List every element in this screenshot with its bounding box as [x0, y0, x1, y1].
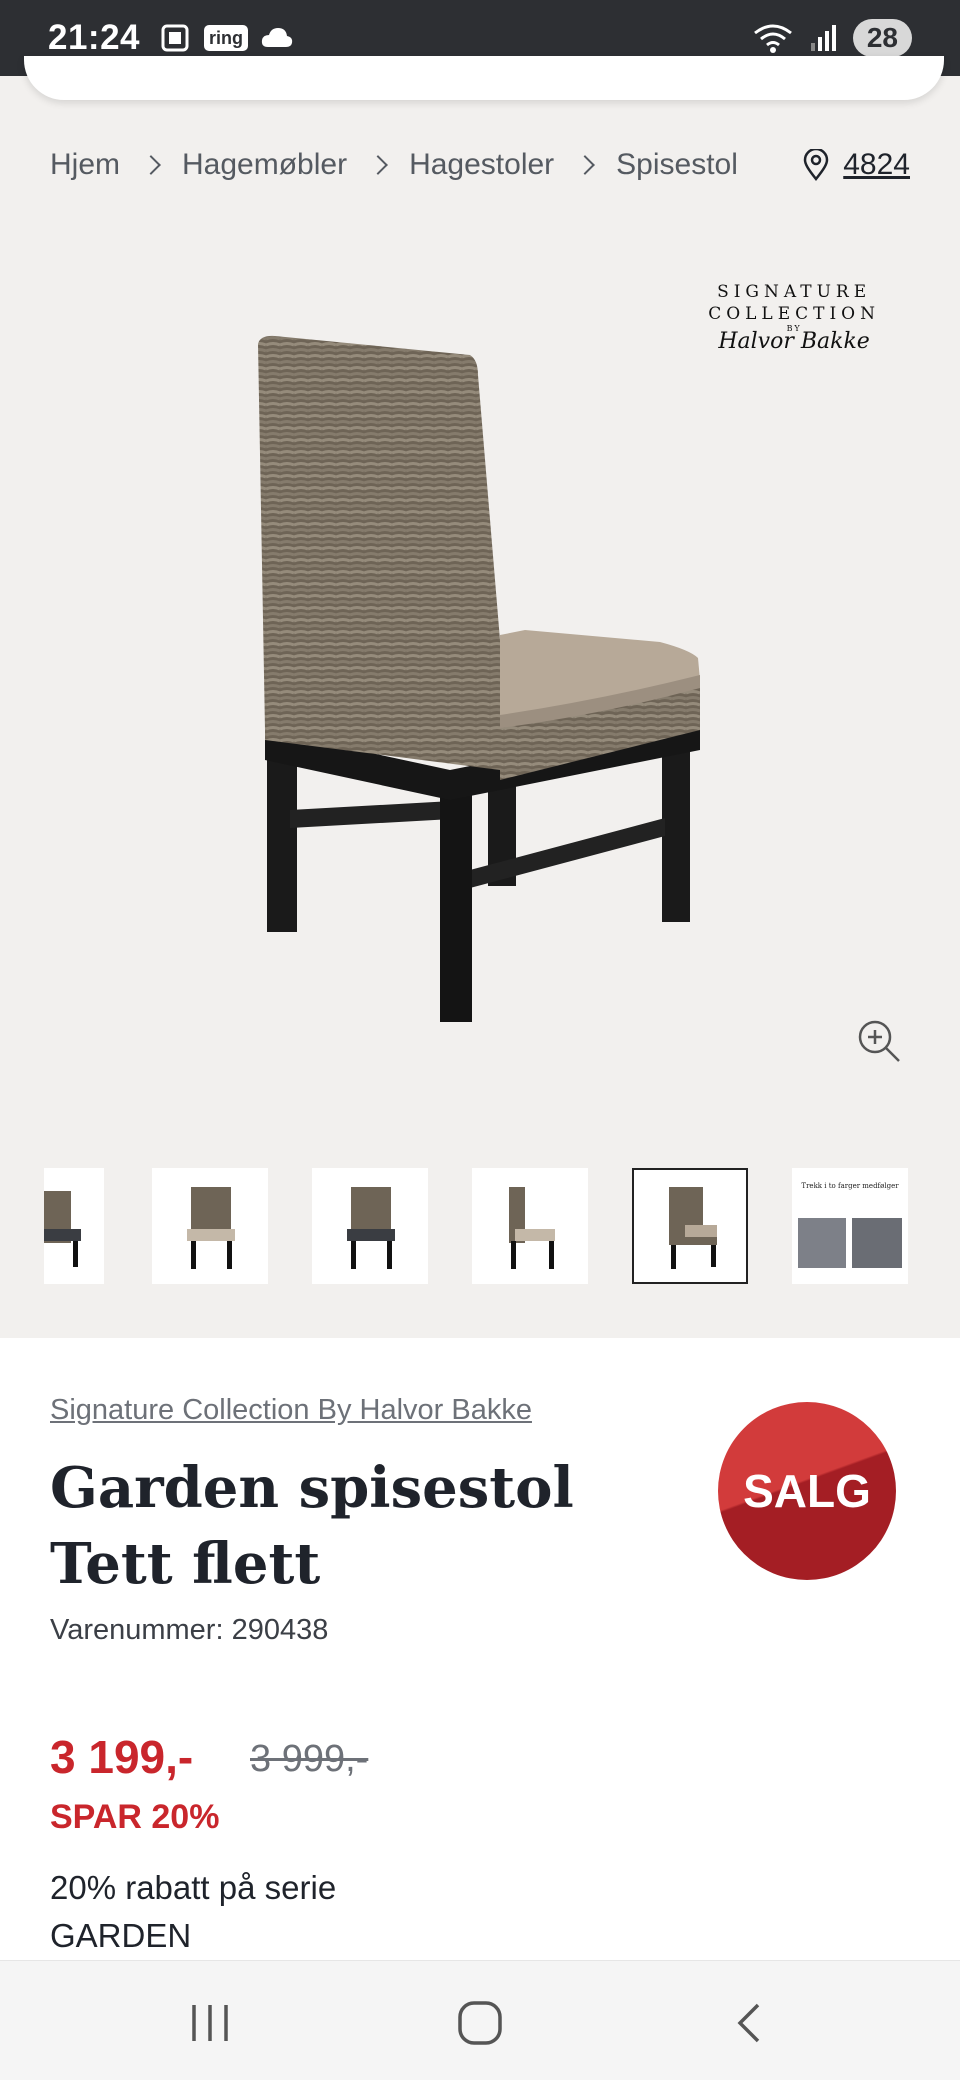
- home-icon[interactable]: [450, 2001, 510, 2045]
- product-title: Garden spisestol Tett flett: [50, 1455, 574, 1597]
- header-card: [24, 56, 944, 100]
- status-icons-right: 28: [751, 19, 912, 57]
- breadcrumb-garden-chairs[interactable]: Hagestoler: [409, 148, 554, 182]
- current-price: 3 199,-: [50, 1731, 194, 1783]
- sale-badge-label: SALG: [743, 1465, 871, 1517]
- product-image[interactable]: SIGNATURE COLLECTION BY Halvor Bakke: [0, 210, 960, 1080]
- thumbnail-5[interactable]: [632, 1168, 748, 1284]
- thumbnail-1[interactable]: [44, 1168, 104, 1284]
- breadcrumb-garden-furniture[interactable]: Hagemøbler: [182, 148, 347, 182]
- status-time: 21:24: [48, 18, 141, 57]
- promo-text: 20% rabatt på serie GARDEN: [50, 1869, 337, 1954]
- product-sku: Varenummer: 290438: [50, 1614, 329, 1646]
- thumbnail-6[interactable]: Trekk i to farger medfølger: [792, 1168, 908, 1284]
- store-selector[interactable]: 4824: [803, 148, 910, 182]
- thumbnail-strip[interactable]: Trekk i to farger medfølger: [44, 1168, 916, 1288]
- thumbnail-chair-image: [187, 1187, 235, 1269]
- breadcrumb-dining-chair[interactable]: Spisestol: [616, 148, 738, 182]
- system-nav-bar: [0, 1960, 960, 2080]
- cloud-icon: [261, 28, 293, 47]
- status-icons-left: ring: [158, 21, 294, 55]
- original-price: 3 999,-: [250, 1738, 369, 1780]
- thumbnail-2[interactable]: [152, 1168, 268, 1284]
- breadcrumb: Hjem Hagemøbler Hagestoler Spisestol: [50, 148, 738, 182]
- store-number[interactable]: 4824: [843, 148, 910, 182]
- thumbnail-3[interactable]: [312, 1168, 428, 1284]
- zoom-in-icon[interactable]: [856, 1018, 902, 1064]
- recent-apps-icon[interactable]: [180, 2001, 240, 2045]
- signal-icon: [810, 25, 836, 51]
- thumbnail-chair-image: [669, 1187, 717, 1269]
- wifi-6e-icon: [753, 24, 792, 53]
- chevron-right-icon: [368, 155, 388, 175]
- battery-indicator: 28: [852, 19, 912, 57]
- location-pin-icon: [803, 149, 829, 181]
- thumbnail-chair-image: [509, 1187, 555, 1269]
- product-info: Signature Collection By Halvor Bakke Gar…: [0, 1338, 960, 1960]
- savings-label: SPAR 20%: [50, 1798, 220, 1836]
- thumbnail-cushion-cover: Trekk i to farger medfølger: [792, 1168, 908, 1284]
- signature-collection-logo: SIGNATURE COLLECTION BY Halvor Bakke: [708, 282, 880, 354]
- screenshot-icon: [161, 24, 189, 52]
- brand-link[interactable]: Signature Collection By Halvor Bakke: [50, 1394, 532, 1427]
- chevron-right-icon: [141, 155, 161, 175]
- breadcrumb-home[interactable]: Hjem: [50, 148, 120, 182]
- sale-badge: SALG: [718, 1402, 896, 1580]
- thumbnail-caption: Trekk i to farger medfølger: [801, 1182, 899, 1190]
- thumbnail-chair-image: [347, 1187, 395, 1269]
- ring-app-icon: ring: [204, 25, 249, 51]
- chevron-right-icon: [575, 155, 596, 175]
- thumbnail-chair-image: [44, 1191, 81, 1267]
- back-icon[interactable]: [720, 2001, 780, 2045]
- thumbnail-4[interactable]: [472, 1168, 588, 1284]
